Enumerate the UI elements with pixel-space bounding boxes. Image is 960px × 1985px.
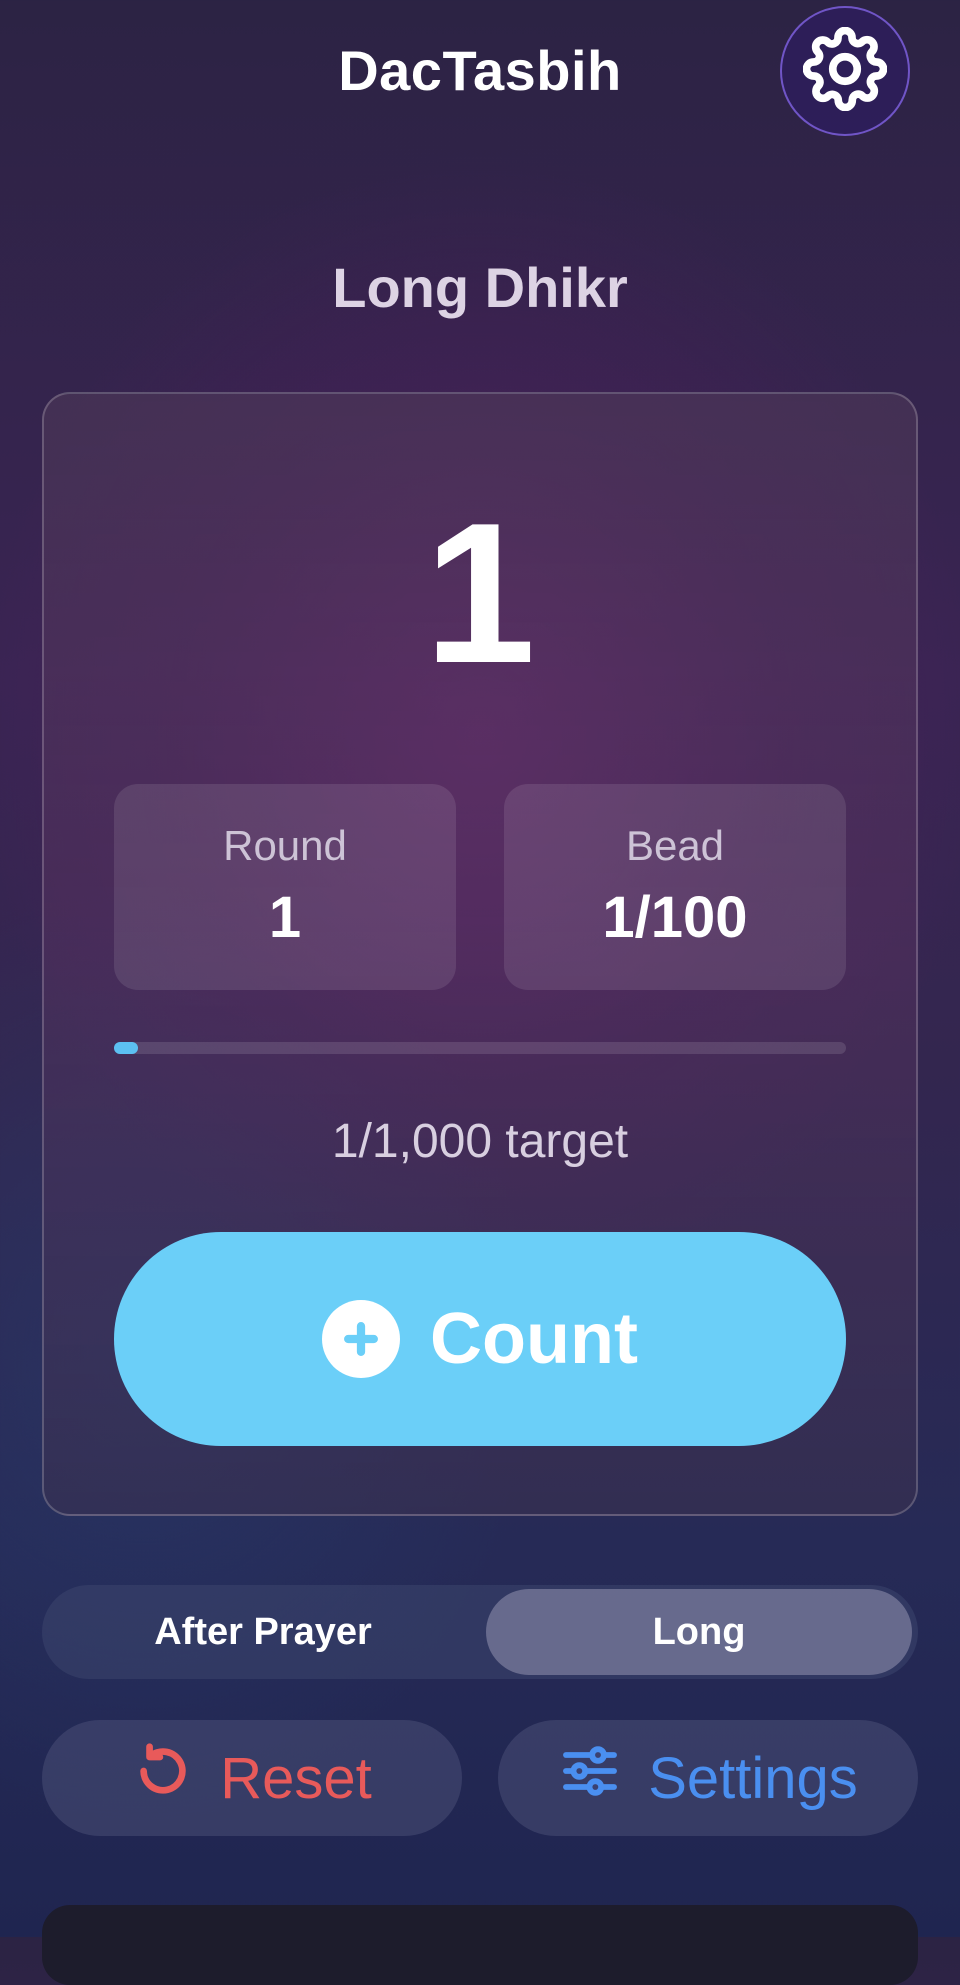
mode-option-long[interactable]: Long xyxy=(486,1589,912,1675)
settings-gear-button[interactable] xyxy=(780,6,910,136)
progress-bar xyxy=(114,1042,846,1054)
round-label: Round xyxy=(223,822,347,869)
round-value: 1 xyxy=(268,885,302,950)
settings-label: Settings xyxy=(648,1745,858,1811)
round-box: Round 1 xyxy=(114,784,456,990)
count-button-label: Count xyxy=(430,1299,638,1379)
bead-box: Bead 1/100 xyxy=(504,784,846,990)
target-text: 1/1,000 target xyxy=(331,1115,629,1168)
bead-value: 1/100 xyxy=(602,885,748,950)
gear-icon xyxy=(802,26,888,116)
reset-label: Reset xyxy=(220,1745,372,1811)
counter-card: 1 Round 1 Bead 1/100 1/1,000 target Coun… xyxy=(42,392,918,1516)
bottom-panel xyxy=(42,1905,918,1985)
reset-button[interactable]: Reset xyxy=(42,1720,462,1836)
count-value: 1 xyxy=(424,482,536,705)
mode-option-after-prayer[interactable]: After Prayer xyxy=(48,1589,478,1675)
count-button[interactable]: Count xyxy=(114,1232,846,1446)
sliders-icon xyxy=(558,1739,622,1817)
bead-label: Bead xyxy=(625,822,725,869)
mode-selector: After Prayer Long xyxy=(42,1585,918,1679)
reset-icon xyxy=(132,1740,194,1816)
dhikr-title: Long Dhikr xyxy=(332,256,628,319)
plus-circle-icon xyxy=(322,1300,401,1378)
settings-button[interactable]: Settings xyxy=(498,1720,918,1836)
progress-fill xyxy=(114,1042,138,1054)
